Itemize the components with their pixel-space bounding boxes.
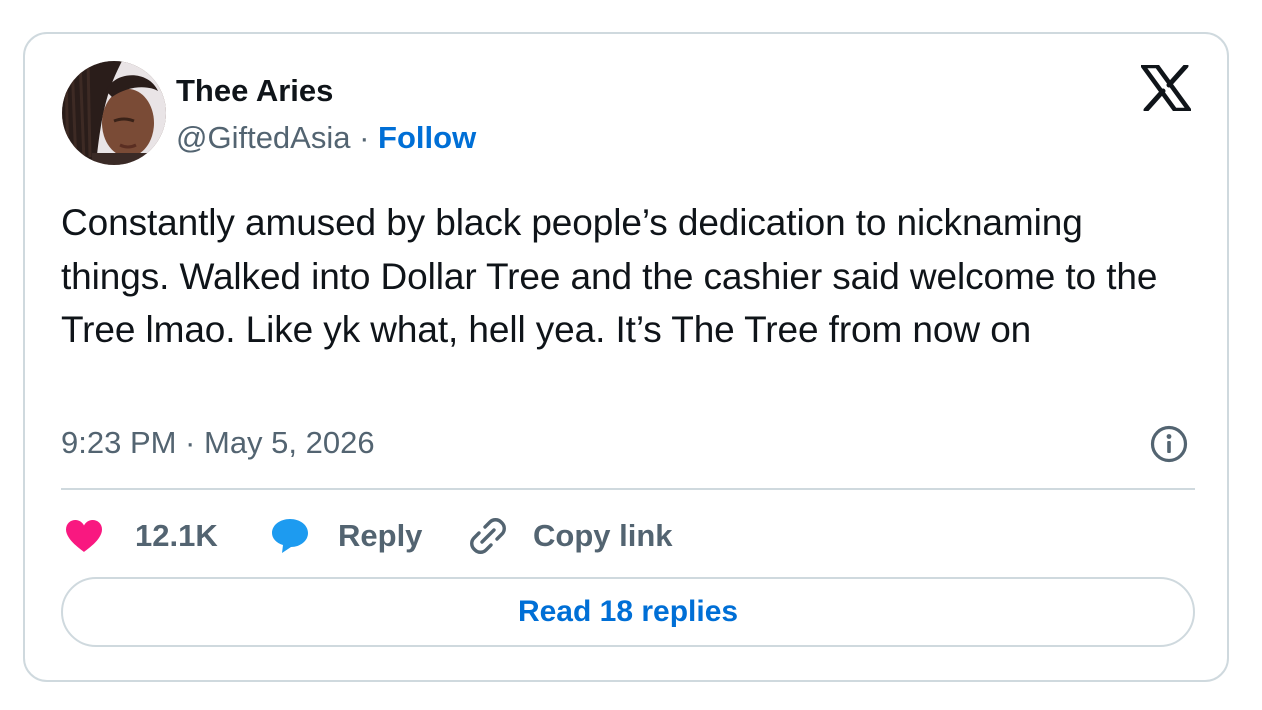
like-count: 12.1K [135,518,218,553]
read-replies-label: Read 18 replies [517,595,739,628]
author-handle[interactable]: @GiftedAsia [176,120,350,155]
avatar-image [62,61,166,165]
link-icon [470,518,506,554]
tweet-text: Constantly amused by black people’s dedi… [61,202,1158,350]
speech-bubble-icon [272,519,308,553]
reply-label: Reply [338,518,423,553]
info-icon[interactable] [1149,424,1189,464]
follow-button[interactable]: Follow [378,120,476,155]
x-logo-icon[interactable] [1140,63,1192,113]
read-replies-button[interactable]: Read 18 replies [61,577,1195,647]
copy-link-label: Copy link [533,518,673,553]
heart-icon [66,520,102,552]
timestamp[interactable]: 9:23 PM · May 5, 2026 [61,424,375,462]
meta-separator: · [350,120,379,155]
author-name[interactable]: Thee Aries [176,72,333,110]
author-meta: @GiftedAsia · Follow [176,119,476,157]
copy-link-button[interactable]: Copy link [469,512,673,560]
avatar[interactable] [62,61,166,165]
tweet-card: Thee Aries @GiftedAsia · Follow Constant… [23,32,1229,682]
divider [61,488,1195,490]
like-button[interactable]: 12.1K [65,512,218,560]
reply-button[interactable]: Reply [270,512,422,560]
